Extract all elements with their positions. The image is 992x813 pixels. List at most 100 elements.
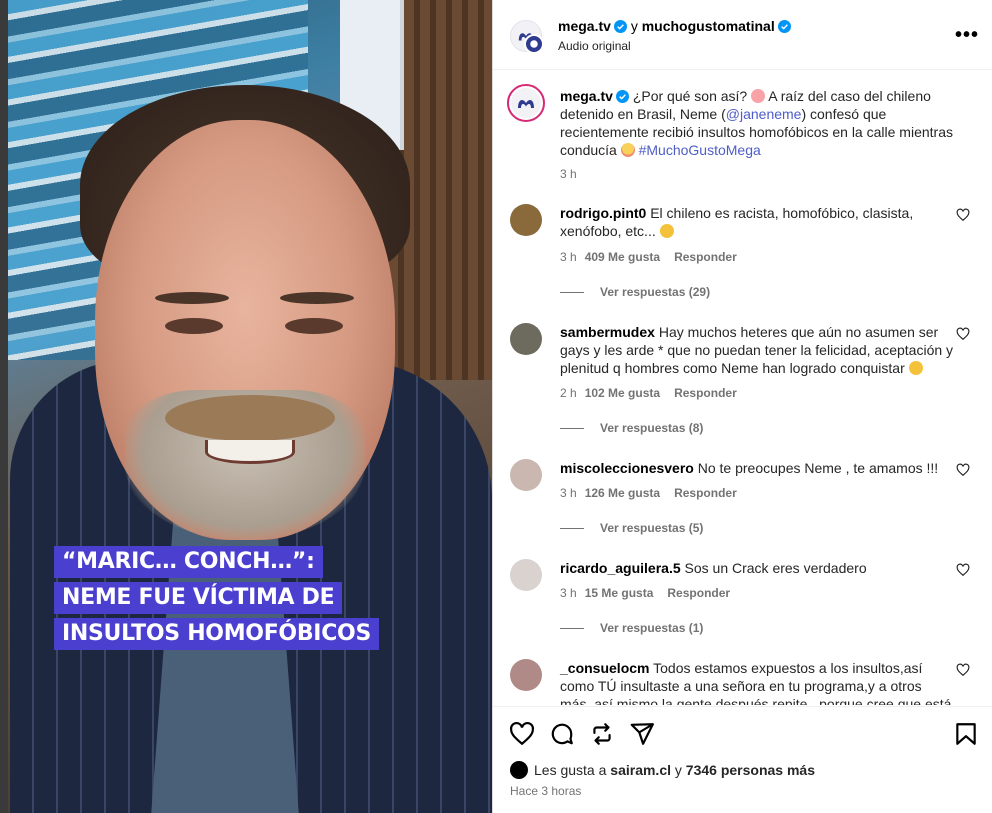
view-replies-button[interactable]: Ver respuestas (1) — [560, 621, 703, 635]
replies-line — [560, 628, 584, 630]
heart-icon[interactable] — [956, 327, 970, 341]
mention-link[interactable]: @janeneme — [726, 106, 802, 122]
emoji-icon — [751, 89, 766, 103]
caption-user[interactable]: mega.tv — [560, 88, 613, 104]
emoji-icon — [620, 143, 635, 157]
heart-icon[interactable] — [956, 563, 970, 577]
reply-button[interactable]: Responder — [667, 586, 730, 600]
person-brow — [280, 292, 354, 304]
replies-line — [560, 528, 584, 530]
liker-avatar[interactable] — [510, 761, 528, 779]
caption-time: 3 h — [560, 167, 577, 181]
background-edge — [0, 0, 8, 813]
hashtag-link[interactable]: #MuchoGustoMega — [639, 142, 761, 158]
comment-likes[interactable]: 126 Me gusta — [585, 486, 660, 500]
liker-link[interactable]: sairam.cl — [610, 762, 671, 778]
more-horizontal-icon[interactable]: ••• — [955, 24, 979, 47]
send-icon[interactable] — [629, 721, 655, 747]
likes-prefix: Les gusta a — [534, 762, 607, 778]
video-player[interactable]: “MARIC… CONCH…”: NEME FUE VÍCTIMA DE INS… — [0, 0, 492, 813]
comment-meta: 2 h 102 Me gusta Responder — [560, 386, 737, 400]
comment-text: _consuelocm Todos estamos expuestos a lo… — [560, 659, 955, 705]
likes-joiner: y — [674, 762, 682, 778]
replies-line — [560, 428, 584, 430]
heart-icon[interactable] — [956, 663, 970, 677]
reply-button[interactable]: Responder — [674, 250, 737, 264]
comment-meta: 3 h 409 Me gusta Responder — [560, 250, 737, 264]
author-joiner: y — [630, 18, 638, 34]
comment-meta: 3 h 126 Me gusta Responder — [560, 486, 737, 500]
person-mustache — [165, 395, 335, 441]
repost-icon[interactable] — [589, 721, 615, 747]
view-replies-label: Ver respuestas (5) — [600, 521, 704, 535]
comment-avatar[interactable] — [510, 659, 542, 691]
comment-body: No te preocupes Neme , te amamos !!! — [697, 460, 939, 476]
emoji-icon — [908, 361, 923, 375]
view-replies-label: Ver respuestas (29) — [600, 285, 711, 299]
comment-time: 2 h — [560, 386, 577, 400]
post-header: mega.tv y muchogustomatinal Audio origin… — [493, 0, 992, 70]
video-caption-line: INSULTOS HOMOFÓBICOS — [54, 618, 379, 650]
comment-avatar[interactable] — [510, 323, 542, 355]
collab-link[interactable]: muchogustomatinal — [642, 18, 775, 34]
view-replies-label: Ver respuestas (8) — [600, 421, 704, 435]
comment-meta: 3 h 15 Me gusta Responder — [560, 586, 730, 600]
comment-likes[interactable]: 409 Me gusta — [585, 250, 660, 264]
comment-user[interactable]: sambermudex — [560, 324, 655, 340]
caption-avatar[interactable] — [507, 84, 545, 122]
comment-likes[interactable]: 15 Me gusta — [585, 586, 654, 600]
comment-avatar[interactable] — [510, 204, 542, 236]
reply-button[interactable]: Responder — [674, 386, 737, 400]
video-caption-line: “MARIC… CONCH…”: — [54, 546, 323, 578]
verified-icon — [615, 90, 629, 103]
comment-user[interactable]: rodrigo.pint0 — [560, 205, 646, 221]
heart-icon[interactable] — [956, 208, 970, 222]
view-replies-button[interactable]: Ver respuestas (8) — [560, 421, 703, 435]
likes-count-link[interactable]: 7346 personas más — [686, 762, 815, 778]
heart-icon[interactable] — [509, 721, 535, 747]
emoji-icon — [659, 224, 674, 238]
comment-time: 3 h — [560, 586, 577, 600]
post-panel: mega.tv y muchogustomatinal Audio origin… — [492, 0, 992, 813]
comment-text: rodrigo.pint0 El chileno es racista, hom… — [560, 204, 955, 240]
action-bar: Les gusta a sairam.cl y 7346 personas má… — [493, 706, 992, 813]
comment-text: ricardo_aguilera.5 Sos un Crack eres ver… — [560, 559, 955, 577]
comment-time: 3 h — [560, 486, 577, 500]
replies-line — [560, 292, 584, 294]
view-replies-button[interactable]: Ver respuestas (29) — [560, 285, 710, 299]
comment-text: sambermudex Hay muchos heteres que aún n… — [560, 323, 955, 377]
verified-icon — [777, 20, 791, 33]
comment-body: Sos un Crack eres verdadero — [684, 560, 867, 576]
caption-body: ¿Por qué son así? — [632, 88, 748, 104]
heart-icon[interactable] — [956, 463, 970, 477]
comment-icon[interactable] — [549, 721, 575, 747]
comment-text: miscoleccionesvero No te preocupes Neme … — [560, 459, 955, 477]
comment-user[interactable]: miscoleccionesvero — [560, 460, 694, 476]
person-eye — [165, 318, 223, 334]
person-brow — [155, 292, 229, 304]
collab-avatar[interactable] — [524, 34, 544, 54]
audio-link[interactable]: Audio original — [558, 39, 631, 53]
comment-time: 3 h — [560, 250, 577, 264]
person-eye — [285, 318, 343, 334]
comment-user[interactable]: _consuelocm — [560, 660, 649, 676]
comment-avatar[interactable] — [510, 559, 542, 591]
post-time: Hace 3 horas — [510, 784, 582, 798]
comments-list[interactable]: mega.tv ¿Por qué son así? A raíz del cas… — [493, 71, 992, 705]
verified-icon — [613, 20, 627, 33]
comment-user[interactable]: ricardo_aguilera.5 — [560, 560, 681, 576]
view-replies-button[interactable]: Ver respuestas (5) — [560, 521, 703, 535]
mega-logo-icon — [518, 100, 534, 108]
bookmark-icon[interactable] — [953, 721, 979, 747]
caption-text: mega.tv ¿Por qué son así? A raíz del cas… — [560, 87, 955, 159]
view-replies-label: Ver respuestas (1) — [600, 621, 704, 635]
comment-likes[interactable]: 102 Me gusta — [585, 386, 660, 400]
likes-summary: Les gusta a sairam.cl y 7346 personas má… — [510, 761, 815, 779]
author-link[interactable]: mega.tv — [558, 18, 611, 34]
post-author-line: mega.tv y muchogustomatinal — [558, 18, 791, 34]
person-mouth — [205, 440, 295, 464]
comment-avatar[interactable] — [510, 459, 542, 491]
collab-logo-icon — [530, 40, 538, 48]
reply-button[interactable]: Responder — [674, 486, 737, 500]
video-caption-line: NEME FUE VÍCTIMA DE — [54, 582, 343, 614]
